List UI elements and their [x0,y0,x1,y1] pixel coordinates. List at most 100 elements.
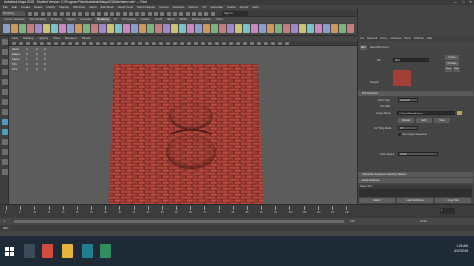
shelf-tool-icon[interactable] [171,24,178,33]
shelf-tool-icon[interactable] [195,24,202,33]
color-space-dropdown[interactable]: sRGB [398,152,438,156]
ae-node-tab[interactable]: place2dTexture1 [370,45,389,50]
shelf-tool-icon[interactable] [59,24,66,33]
ae-menu-focus[interactable]: Focus [380,36,387,41]
ae-menu-turtle[interactable]: TURTLE [414,36,424,41]
viewport-toolbar-icon[interactable] [47,41,51,45]
viewport-toolbar-icon[interactable] [187,41,191,45]
reload-button[interactable]: Reload [398,118,414,123]
layout-icon[interactable] [1,149,8,155]
status-tool-icon[interactable] [128,11,133,16]
use-image-seq-row[interactable]: Use Image Sequence [398,133,427,136]
task-view-icon[interactable] [24,244,35,258]
viewport-toolbar-icon[interactable] [68,41,72,45]
status-tool-icon[interactable] [116,11,121,16]
viewport-toolbar-icon[interactable] [215,41,219,45]
viewport-toolbar-icon[interactable] [194,41,198,45]
viewport-toolbar-icon[interactable] [138,41,142,45]
shelf-tool-icon[interactable] [139,24,146,33]
shelf-tool-icon[interactable] [339,24,346,33]
scale-tool-icon[interactable] [1,89,8,95]
status-tool-icon[interactable] [34,11,39,16]
shelf-tool-icon[interactable] [27,24,34,33]
shelf-tool-icon[interactable] [115,24,122,33]
range-bar[interactable] [14,220,344,223]
status-tool-icon[interactable] [154,11,158,16]
use-image-seq-checkbox[interactable] [398,133,401,136]
notes-field[interactable] [359,189,472,197]
shelf-tool-icon[interactable] [43,24,50,33]
file-explorer-icon[interactable] [62,244,73,258]
ae-menu-selected[interactable]: Selected [367,36,377,41]
ae-menu-help[interactable]: Help [427,36,432,41]
shelf-tool-icon[interactable] [283,24,290,33]
viewport-toolbar-icon[interactable] [166,41,170,45]
current-frame-field[interactable]: 1 [440,208,455,214]
viewport-toolbar-icon[interactable] [159,41,163,45]
copy-tab-button[interactable]: Copy Tab [435,198,471,203]
viewport-toolbar-icon[interactable] [180,41,184,45]
status-tool-icon[interactable] [109,11,114,16]
select-button[interactable]: Select [359,198,395,203]
sign-in-button[interactable]: Sign In [222,11,248,16]
status-tool-icon[interactable] [72,11,77,16]
shelf-tool-icon[interactable] [155,24,162,33]
fps-selector[interactable]: 24 fps [420,218,427,225]
shelf-tool-icon[interactable] [235,24,242,33]
shelf-tool-icon[interactable] [179,24,186,33]
status-tool-icon[interactable] [97,11,102,16]
load-attributes-button[interactable]: Load Attributes [397,198,433,203]
shelf-tool-icon[interactable] [227,24,234,33]
shelf-tool-icon[interactable] [51,24,58,33]
viewport-toolbar-icon[interactable] [285,41,289,45]
node-name-field[interactable]: file1 [393,58,429,62]
ae-menu-attributes[interactable]: Attributes [390,36,401,41]
viewport-toolbar-icon[interactable] [82,41,86,45]
layout-icon[interactable] [1,109,8,115]
status-tool-icon[interactable] [179,11,184,16]
status-tool-icon[interactable] [141,11,146,16]
status-tool-icon[interactable] [53,11,58,16]
ae-node-tab[interactable]: file1 [360,45,367,50]
status-tool-icon[interactable] [135,11,140,16]
uv-tiling-dropdown[interactable]: Off [398,126,418,130]
image-name-field[interactable]: C:/Users/Maya/Brick.jpg [397,111,455,115]
shelf-tool-icon[interactable] [19,24,26,33]
viewport-toolbar-icon[interactable] [89,41,93,45]
viewport-toolbar-icon[interactable] [75,41,79,45]
shelf-tool-icon[interactable] [323,24,330,33]
shelf-tool-icon[interactable] [11,24,18,33]
status-tool-icon[interactable] [122,11,127,16]
viewport-toolbar-icon[interactable] [152,41,156,45]
section-interactive-caching[interactable]: Interactive Sequence Caching Options [358,172,473,177]
viewport-toolbar-icon[interactable] [33,41,37,45]
status-tool-icon[interactable] [84,11,89,16]
shelf-tool-icon[interactable] [163,24,170,33]
viewport-toolbar-icon[interactable] [40,41,44,45]
viewport-toolbar-icon[interactable] [96,41,100,45]
shelf-tool-icon[interactable] [107,24,114,33]
shelf-tool-icon[interactable] [83,24,90,33]
view-button[interactable]: View [434,118,450,123]
viewport-toolbar-icon[interactable] [54,41,58,45]
viewport-toolbar-icon[interactable] [117,41,121,45]
clock[interactable]: 1:26 AM 3/12/2018 [454,244,468,254]
shelf-tool-icon[interactable] [331,24,338,33]
shelf-tool-icon[interactable] [35,24,42,33]
viewport-toolbar-icon[interactable] [103,41,107,45]
range-start[interactable]: 1 [4,218,5,225]
shelf-tool-icon[interactable] [3,24,10,33]
command-mode[interactable]: MEL [3,226,9,230]
status-tool-icon[interactable] [185,11,190,16]
viewport-toolbar-icon[interactable] [201,41,205,45]
move-tool-icon[interactable] [1,69,8,75]
paint-select-icon[interactable] [1,59,8,65]
shelf-tool-icon[interactable] [251,24,258,33]
maya-icon[interactable] [82,244,93,258]
shelf-tool-icon[interactable] [211,24,218,33]
layout-icon[interactable] [1,139,8,145]
status-tool-icon[interactable] [103,11,108,16]
shelf-tool-icon[interactable] [307,24,314,33]
viewport-toolbar-icon[interactable] [145,41,149,45]
status-tool-icon[interactable] [191,11,196,16]
